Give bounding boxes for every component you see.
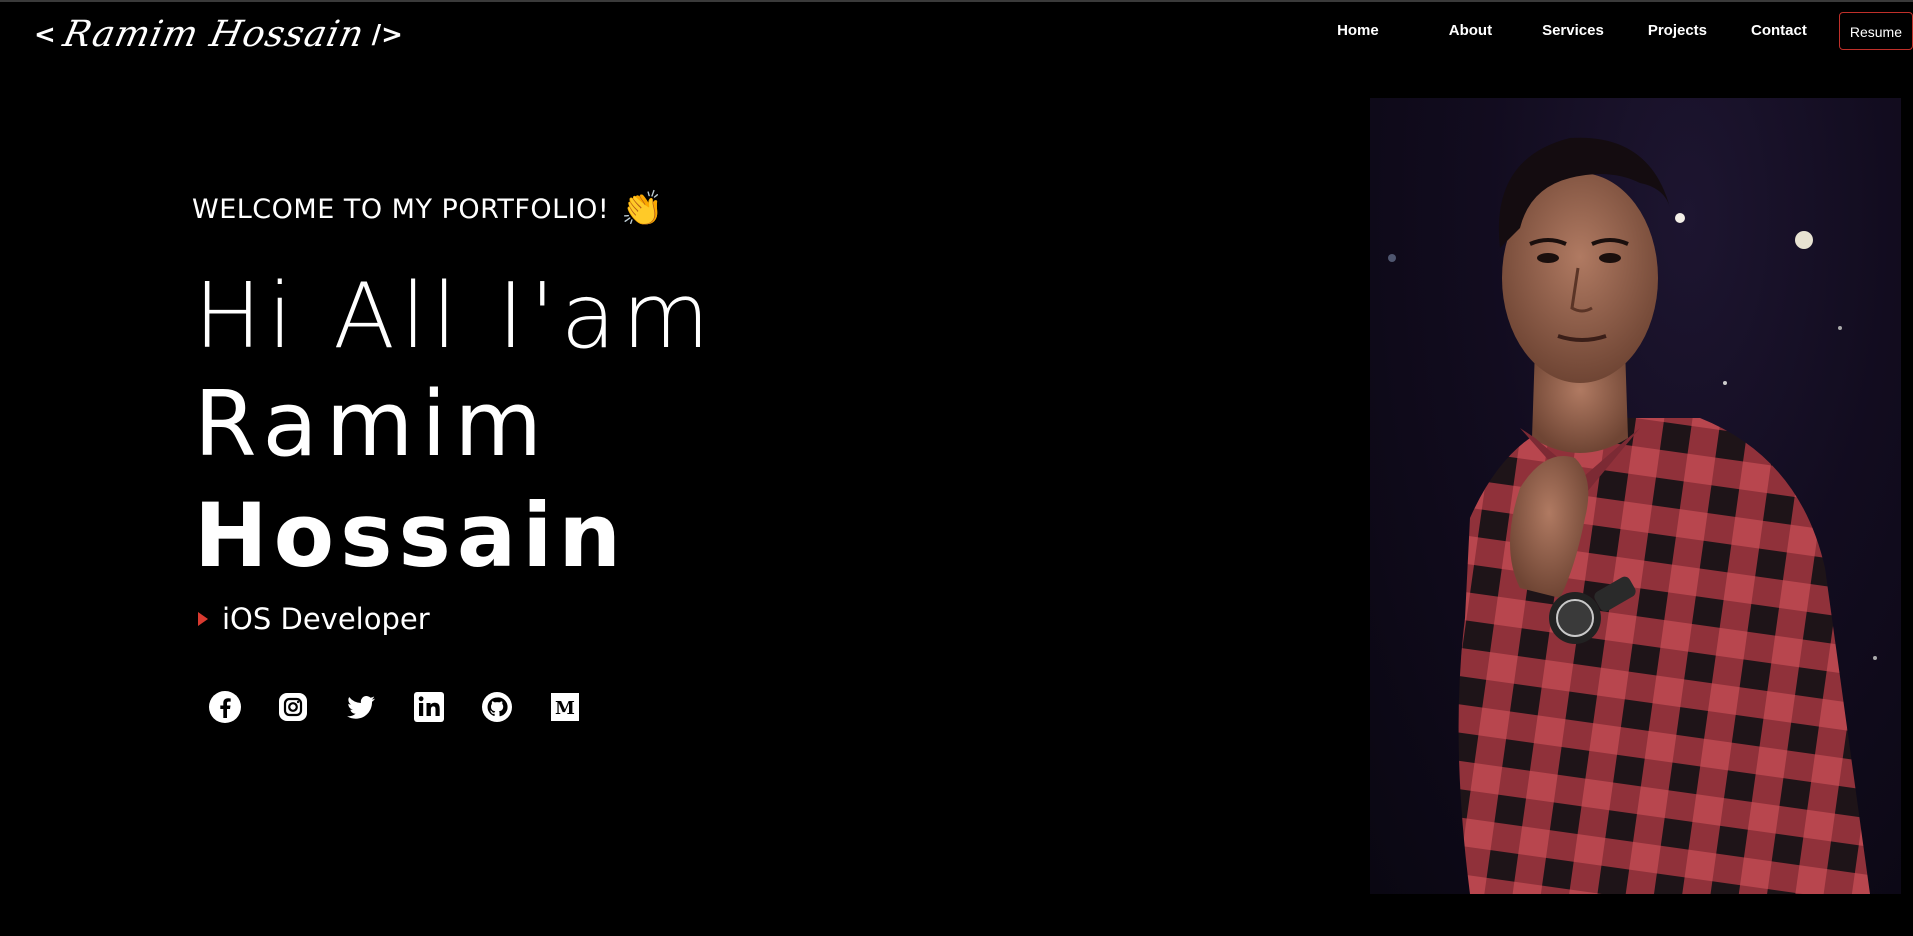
site-logo[interactable]: < Ramim Hossain /> — [34, 14, 403, 55]
role-line: iOS Developer — [198, 602, 430, 636]
role-text: iOS Developer — [222, 602, 430, 636]
first-name: Ramim — [194, 372, 551, 477]
linkedin-icon[interactable] — [412, 690, 446, 724]
nav-about[interactable]: About — [1427, 12, 1514, 50]
logo-name: Ramim Hossain — [59, 14, 368, 55]
facebook-icon[interactable] — [208, 690, 242, 724]
resume-button[interactable]: Resume — [1838, 12, 1913, 50]
social-links: M — [208, 690, 582, 724]
twitter-icon[interactable] — [344, 690, 378, 724]
welcome-heading: WELCOME TO MY PORTFOLIO! 👏 — [192, 192, 664, 226]
svg-text:M: M — [555, 698, 575, 719]
nav-contact[interactable]: Contact — [1729, 12, 1829, 50]
logo-close-bracket: /> — [371, 19, 403, 50]
profile-photo — [1370, 98, 1901, 894]
portfolio-page: < Ramim Hossain /> Home About Services P… — [0, 0, 1913, 936]
nav-services[interactable]: Services — [1520, 12, 1626, 50]
nav-projects[interactable]: Projects — [1626, 12, 1729, 50]
waving-hand-icon: 👏 — [621, 189, 665, 229]
profile-photo-illustration — [1388, 137, 1877, 894]
greeting-line: Hi All I'am — [194, 264, 716, 369]
medium-icon[interactable]: M — [548, 690, 582, 724]
main-nav: Home About Services Projects Contact Res… — [1315, 12, 1913, 50]
last-name: Hossain — [194, 484, 628, 587]
role-arrow-icon — [198, 612, 208, 626]
nav-home[interactable]: Home — [1315, 12, 1401, 50]
github-icon[interactable] — [480, 690, 514, 724]
welcome-text: WELCOME TO MY PORTFOLIO! — [192, 193, 610, 225]
instagram-icon[interactable] — [276, 690, 310, 724]
logo-open-bracket: < — [34, 19, 56, 50]
